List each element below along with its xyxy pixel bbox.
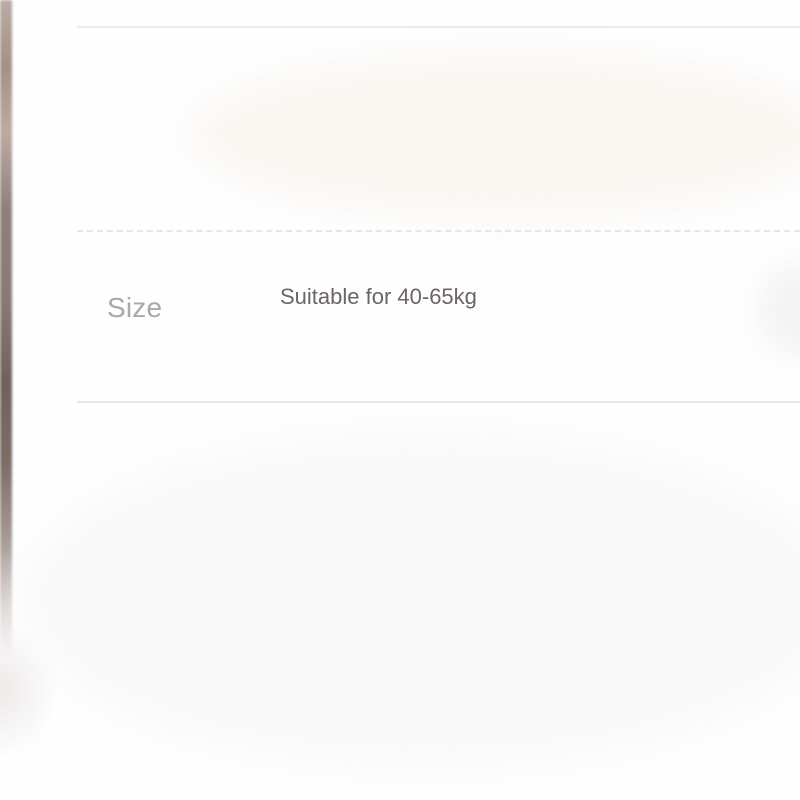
spec-row-size: Size Suitable for 40-65kg bbox=[77, 232, 800, 400]
background-decoration bbox=[190, 50, 800, 220]
table-divider-bottom bbox=[77, 401, 800, 403]
spec-label: Size bbox=[107, 292, 163, 323]
background-decoration bbox=[20, 430, 800, 770]
product-detail-panel: Size Suitable for 40-65kg bbox=[0, 0, 800, 800]
spec-value: Suitable for 40-65kg bbox=[280, 284, 477, 309]
table-divider-top bbox=[77, 26, 800, 28]
product-photo-edge bbox=[0, 0, 12, 660]
